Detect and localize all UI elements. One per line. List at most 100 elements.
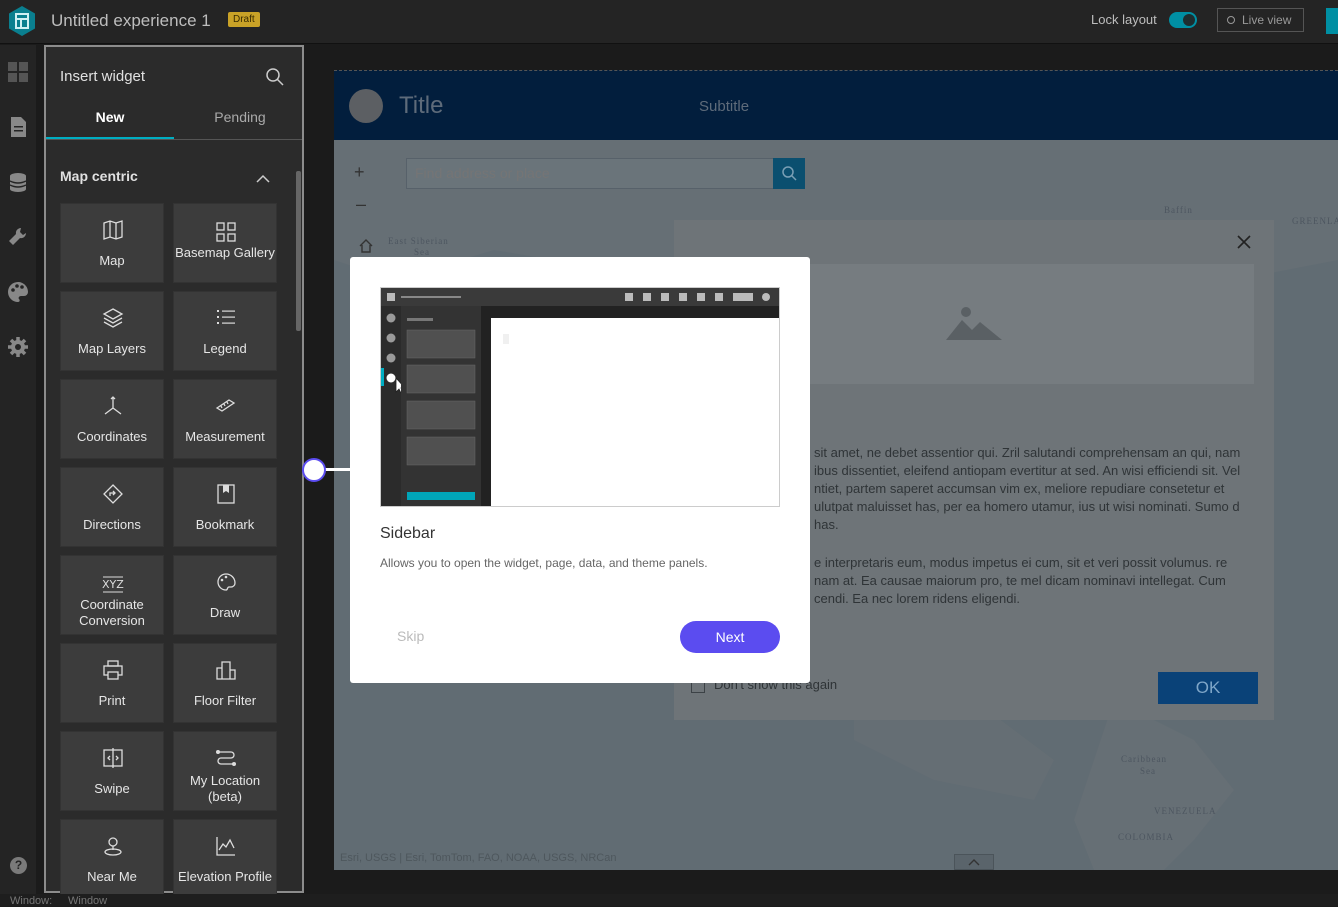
collapse-button[interactable] bbox=[954, 854, 994, 870]
widget-card-legend[interactable]: Legend bbox=[173, 291, 277, 371]
widget-label: Floor Filter bbox=[193, 693, 257, 708]
list-icon bbox=[217, 310, 235, 324]
widget-label: Legend bbox=[203, 341, 247, 356]
live-view-label: Live view bbox=[1242, 13, 1292, 27]
map-label: Caribbean bbox=[1121, 754, 1167, 764]
elevation-icon bbox=[216, 837, 235, 856]
widget-card-coordinate-conversion[interactable]: XYZ Coordinate Conversion bbox=[60, 555, 164, 635]
window-select[interactable]: Window bbox=[68, 895, 107, 907]
search-input[interactable] bbox=[415, 165, 765, 181]
xyz-icon: XYZ bbox=[102, 576, 124, 593]
widget-card-coordinates[interactable]: Coordinates bbox=[60, 379, 164, 459]
widget-card-print[interactable]: Print bbox=[60, 643, 164, 723]
pages-icon[interactable] bbox=[7, 61, 29, 83]
settings-icon[interactable] bbox=[7, 336, 29, 358]
widget-card-basemap-gallery[interactable]: Basemap Gallery bbox=[173, 203, 277, 283]
widget-label: Coordinates bbox=[76, 429, 148, 444]
widget-label: My Location (beta) bbox=[189, 773, 261, 804]
widget-card-elevation-profile[interactable]: Elevation Profile bbox=[173, 819, 277, 899]
page-icon[interactable] bbox=[7, 116, 29, 138]
widget-card-my-location[interactable]: My Location (beta) bbox=[173, 731, 277, 811]
data-icon[interactable] bbox=[7, 171, 29, 193]
map-label: Sea bbox=[1140, 766, 1156, 776]
skip-button[interactable]: Skip bbox=[397, 628, 424, 644]
widget-label: Near Me bbox=[87, 869, 137, 884]
widget-card-bookmark[interactable]: Bookmark bbox=[173, 467, 277, 547]
widget-card-measurement[interactable]: Measurement bbox=[173, 379, 277, 459]
directions-icon bbox=[103, 484, 123, 504]
widget-label: Coordinate Conversion bbox=[79, 597, 145, 628]
widget-card-draw[interactable]: Draw bbox=[173, 555, 277, 635]
live-view-button[interactable]: Live view bbox=[1217, 8, 1304, 32]
help-icon[interactable]: ? bbox=[10, 857, 27, 874]
theme-icon[interactable] bbox=[7, 281, 29, 303]
tour-connector-line bbox=[324, 468, 350, 471]
zoom-in-button[interactable]: + bbox=[354, 162, 365, 183]
draft-badge: Draft bbox=[228, 12, 260, 27]
tab-new[interactable]: New bbox=[46, 109, 174, 139]
svg-text:XYZ: XYZ bbox=[102, 578, 124, 591]
search-icon[interactable] bbox=[265, 67, 285, 87]
header-title[interactable]: Title bbox=[399, 92, 443, 120]
home-icon[interactable] bbox=[358, 238, 374, 254]
image-placeholder-icon bbox=[946, 307, 1002, 340]
lock-layout-label: Lock layout bbox=[1091, 12, 1157, 27]
header-logo bbox=[349, 89, 383, 123]
widget-label: Basemap Gallery bbox=[175, 245, 275, 260]
header-subtitle[interactable]: Subtitle bbox=[699, 98, 749, 115]
map-label: VENEZUELA bbox=[1154, 806, 1217, 816]
printer-icon bbox=[103, 660, 123, 680]
map-label: COLOMBIA bbox=[1118, 832, 1175, 842]
map-label: GREENLA bbox=[1292, 216, 1338, 226]
widget-card-swipe[interactable]: Swipe bbox=[60, 731, 164, 811]
scrollbar-thumb[interactable] bbox=[296, 171, 301, 331]
widget-card-near-me[interactable]: Near Me bbox=[60, 819, 164, 899]
header-widget[interactable]: Title Subtitle bbox=[334, 70, 1338, 140]
live-view-icon bbox=[1227, 16, 1235, 24]
tour-preview-image bbox=[380, 287, 780, 507]
sidebar-preview-illustration bbox=[381, 288, 779, 506]
app-title[interactable]: Untitled experience 1 bbox=[51, 11, 211, 31]
toggle-knob bbox=[1183, 14, 1195, 26]
lock-layout-toggle[interactable] bbox=[1169, 12, 1197, 28]
grid-icon bbox=[216, 222, 236, 242]
splash-paragraph: sit amet, ne debet assentior qui. Zril s… bbox=[814, 445, 1241, 532]
widget-card-directions[interactable]: Directions bbox=[60, 467, 164, 547]
widget-label: Map Layers bbox=[78, 341, 146, 356]
widget-label: Print bbox=[98, 693, 126, 708]
widgets-icon[interactable] bbox=[7, 226, 29, 248]
widget-card-floor-filter[interactable]: Floor Filter bbox=[173, 643, 277, 723]
search-button[interactable] bbox=[773, 158, 805, 189]
map-label: Baffin bbox=[1164, 205, 1193, 215]
close-icon[interactable] bbox=[1236, 234, 1252, 250]
widget-label: Swipe bbox=[94, 781, 130, 796]
widget-label: Measurement bbox=[185, 429, 265, 444]
device-preview-button[interactable] bbox=[1326, 8, 1338, 34]
chevron-up-icon bbox=[968, 859, 980, 866]
bottom-bar bbox=[0, 894, 1338, 906]
tour-anchor-dot bbox=[302, 458, 326, 482]
chevron-up-icon[interactable] bbox=[256, 174, 270, 184]
splash-ok-button[interactable]: OK bbox=[1158, 672, 1258, 704]
route-icon bbox=[216, 750, 236, 766]
search-icon bbox=[782, 166, 797, 181]
palette-icon bbox=[217, 573, 236, 591]
widget-label: Map bbox=[99, 253, 125, 268]
widget-card-map-layers[interactable]: Map Layers bbox=[60, 291, 164, 371]
group-title: Map centric bbox=[60, 168, 138, 184]
tour-heading: Sidebar bbox=[380, 525, 436, 542]
widget-card-map[interactable]: Map bbox=[60, 203, 164, 283]
ruler-icon bbox=[215, 399, 236, 412]
axes-icon bbox=[104, 396, 122, 415]
top-bar: Untitled experience 1 Draft Lock layout … bbox=[0, 0, 1338, 44]
map-attribution: Esri, USGS | Esri, TomTom, FAO, NOAA, US… bbox=[340, 852, 617, 864]
window-label: Window: bbox=[10, 895, 53, 907]
insert-widget-panel: Insert widget New Pending Map centric Ma… bbox=[44, 45, 304, 899]
tab-divider bbox=[46, 139, 302, 140]
tour-description: Allows you to open the widget, page, dat… bbox=[380, 556, 708, 570]
next-button[interactable]: Next bbox=[680, 621, 780, 653]
left-sidebar-rail bbox=[0, 45, 36, 894]
tab-pending[interactable]: Pending bbox=[176, 109, 304, 139]
zoom-out-button[interactable]: – bbox=[356, 194, 366, 215]
experience-builder-logo-icon bbox=[9, 6, 35, 36]
